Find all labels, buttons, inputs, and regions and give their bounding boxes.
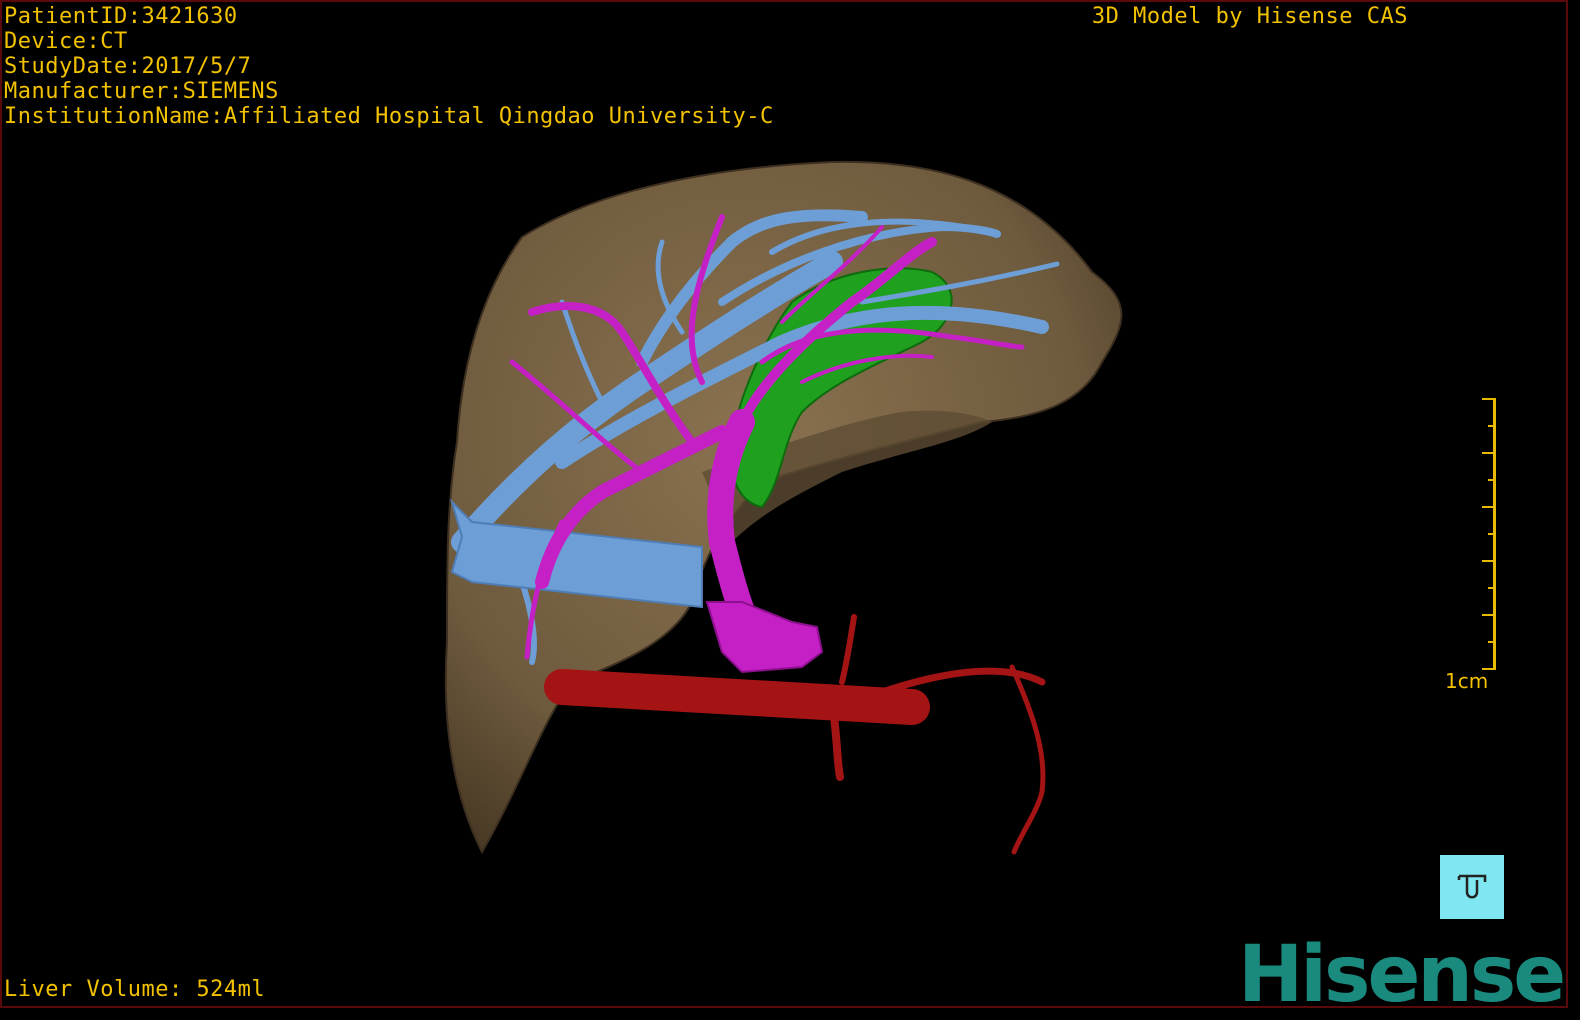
3d-viewport[interactable]: PatientID:3421630 Device:CT StudyDate:2017… (0, 0, 1568, 1008)
institution-name: InstitutionName:Affiliated Hospital Qing… (4, 104, 774, 129)
liver-3d-model[interactable] (2, 2, 1568, 1008)
patient-info-block: PatientID:3421630 Device:CT StudyDate:2017… (4, 4, 774, 129)
hisense-logo: Hisense (1238, 930, 1566, 1008)
manufacturer: Manufacturer:SIEMENS (4, 79, 279, 104)
scale-bar (1472, 398, 1496, 670)
patient-id: PatientID:3421630 (4, 4, 238, 29)
liver-volume: Liver Volume: 524ml (4, 977, 266, 1002)
study-date: StudyDate:2017/5/7 (4, 54, 252, 79)
orientation-cube-icon[interactable] (1440, 855, 1504, 919)
device: Device:CT (4, 29, 128, 54)
portal-vein-trunk (705, 601, 824, 674)
scale-label: 1cm (1445, 669, 1489, 693)
model-credit: 3D Model by Hisense CAS (1091, 4, 1408, 29)
